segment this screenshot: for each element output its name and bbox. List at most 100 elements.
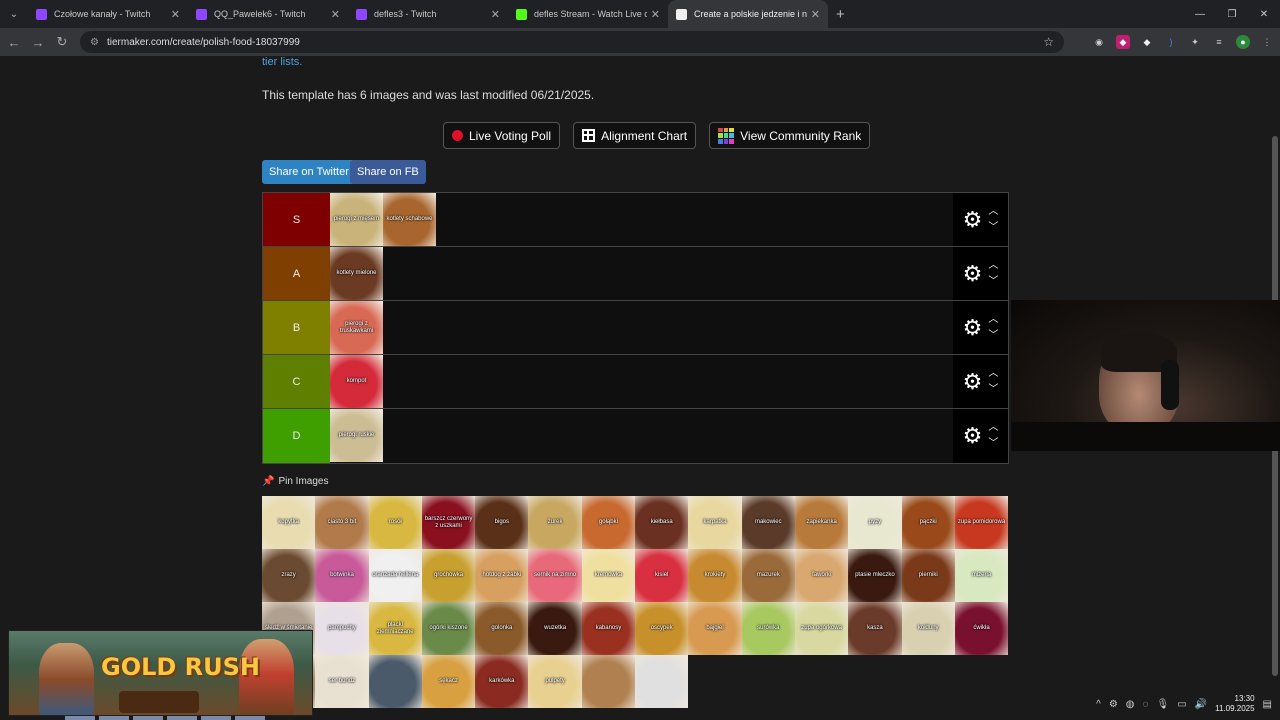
tray-app-icon[interactable]: ⚙ (1109, 699, 1118, 710)
new-tab-button[interactable]: + (836, 6, 845, 23)
gear-icon[interactable]: ⚙ (963, 370, 983, 393)
tier-drop-zone[interactable]: pierogi ruskie (330, 409, 953, 463)
food-tile[interactable]: pączki (901, 496, 955, 549)
food-tile[interactable]: bajgiel (688, 602, 742, 655)
food-tile[interactable]: faworki (794, 549, 849, 602)
forward-icon[interactable]: → (26, 35, 50, 50)
tab-close-icon[interactable]: ✕ (651, 8, 660, 21)
chevron-up-icon[interactable]: ︿ (988, 368, 998, 380)
food-tile[interactable]: pierogi z mięsem (330, 193, 383, 246)
tier-drop-zone[interactable]: pierogi z mięsem kotlety schabowe (330, 193, 953, 246)
food-tile[interactable]: kopytka (262, 496, 316, 549)
food-tile[interactable]: zrazy (262, 549, 316, 602)
food-tile[interactable]: kremówka (581, 549, 636, 602)
food-tile[interactable]: ser bundz (315, 655, 369, 708)
gear-icon[interactable]: ⚙ (963, 425, 983, 447)
food-tile[interactable]: kabanosy (581, 602, 636, 655)
food-tile[interactable]: surówka (741, 602, 795, 655)
live-voting-poll-button[interactable]: Live Voting Poll (443, 122, 561, 149)
food-tile[interactable]: barszcz czerwony z uszkami (421, 496, 476, 549)
food-tile[interactable] (635, 655, 689, 708)
chevron-up-icon[interactable]: ︿ (988, 314, 998, 326)
food-tile[interactable]: pierogi z truskawkami (330, 301, 383, 354)
microphone-icon[interactable]: 🎙 (1156, 699, 1169, 710)
media-control-icon[interactable]: ≡ (1212, 35, 1226, 49)
food-tile[interactable]: ogórki kiszone (421, 602, 476, 655)
tray-app-icon[interactable]: ◌ (1143, 699, 1149, 710)
address-bar[interactable]: ⚙ tiermaker.com/create/polish-food-18037… (80, 31, 1064, 53)
food-tile[interactable]: makowiec (741, 496, 795, 549)
tier-label[interactable]: B (263, 301, 330, 354)
food-tile[interactable]: golonka (475, 602, 529, 655)
food-tile[interactable]: kisiel (635, 549, 689, 602)
taskbar-app[interactable] (235, 716, 265, 720)
food-tile[interactable]: rosół (368, 496, 422, 549)
browser-tab[interactable]: QQ_Pawelek6 - Twitch ✕ (188, 0, 348, 28)
chevron-down-icon[interactable]: ﹀ (988, 438, 998, 450)
taskbar-app[interactable] (65, 716, 95, 720)
food-tile[interactable]: kołduny (901, 602, 955, 655)
chevron-down-icon[interactable]: ﹀ (988, 276, 998, 288)
tier-lists-link[interactable]: tier lists. (262, 56, 302, 68)
taskbar-app[interactable] (167, 716, 197, 720)
food-tile[interactable] (368, 655, 422, 708)
bookmark-star-icon[interactable]: ☆ (1043, 35, 1054, 49)
food-tile[interactable]: ciasto 3 bit (315, 496, 369, 549)
menu-kebab-icon[interactable]: ⋮ (1260, 35, 1274, 49)
browser-tab[interactable]: Czołowe kanały - Twitch ✕ (28, 0, 188, 28)
food-tile[interactable]: gołąbki (581, 496, 636, 549)
tier-label[interactable]: S (263, 193, 330, 246)
pin-images-toggle[interactable]: 📌 Pin Images (262, 476, 328, 487)
chevron-up-icon[interactable]: ^ (1096, 699, 1101, 710)
food-tile[interactable]: botwinka (315, 549, 369, 602)
clock[interactable]: 13:30 11.09.2025 (1215, 694, 1254, 714)
minimize-button[interactable]: — (1184, 0, 1216, 28)
tab-close-icon[interactable]: ✕ (331, 8, 340, 21)
food-tile[interactable]: karkówka (475, 655, 529, 708)
food-tile[interactable]: kompot (330, 355, 383, 408)
food-tile[interactable]: sękacz (421, 655, 476, 708)
tier-drop-zone[interactable]: kotlety mielone (330, 247, 953, 300)
reload-icon[interactable]: ↻ (50, 34, 74, 50)
food-tile[interactable]: ćwikła (954, 602, 1009, 655)
restore-button[interactable]: ❐ (1216, 0, 1248, 28)
notifications-icon[interactable]: ▤ (1263, 699, 1272, 710)
tier-label[interactable]: A (263, 247, 330, 300)
tier-drop-zone[interactable]: pierogi z truskawkami (330, 301, 953, 354)
food-tile[interactable]: placki ziemniaczane (368, 602, 422, 655)
food-tile[interactable]: żurek (528, 496, 582, 549)
food-tile[interactable]: grochówka (421, 549, 476, 602)
chevron-down-icon[interactable]: ﹀ (988, 384, 998, 396)
food-tile[interactable]: zupa ogórkowa (794, 602, 849, 655)
food-tile[interactable]: wuzetka (528, 602, 582, 655)
chevron-up-icon[interactable]: ︿ (988, 422, 998, 434)
taskbar-app[interactable] (99, 716, 129, 720)
close-window-button[interactable]: ✕ (1248, 0, 1280, 28)
food-tile[interactable]: mizeria (954, 549, 1009, 602)
browser-tab[interactable]: defles Stream - Watch Live on K ✕ (508, 0, 668, 28)
share-facebook-button[interactable]: Share on FB (350, 160, 426, 184)
tray-app-icon[interactable]: ◍ (1126, 699, 1135, 710)
food-tile[interactable]: kasza (848, 602, 902, 655)
food-tile[interactable]: ptasie mleczko (848, 549, 902, 602)
tab-close-icon[interactable]: ✕ (811, 8, 820, 21)
food-tile[interactable]: pierniki (901, 549, 955, 602)
gear-icon[interactable]: ⚙ (963, 316, 983, 339)
food-tile[interactable]: pyzy (848, 496, 902, 549)
profile-avatar[interactable]: ● (1236, 35, 1250, 49)
view-community-rank-button[interactable]: View Community Rank (709, 122, 871, 149)
food-tile[interactable]: mazurek (741, 549, 795, 602)
food-tile[interactable]: pulpety (528, 655, 582, 708)
food-tile[interactable]: zupa pomidorowa (954, 496, 1009, 549)
browser-tab[interactable]: defles3 - Twitch ✕ (348, 0, 508, 28)
food-tile[interactable]: kiełbasa (635, 496, 689, 549)
food-tile[interactable]: sernik na zimno (528, 549, 582, 602)
volume-icon[interactable]: 🔊 (1195, 699, 1207, 710)
food-tile[interactable]: zapiekanka (794, 496, 849, 549)
food-tile[interactable]: krokiety (688, 549, 742, 602)
food-tile[interactable]: pampuchy (315, 602, 369, 655)
site-info-icon[interactable]: ⚙ (90, 37, 99, 48)
taskbar-app[interactable] (133, 716, 163, 720)
puzzle-extensions-icon[interactable]: ✦ (1188, 35, 1202, 49)
food-tile[interactable]: hotdog z żabki (475, 549, 529, 602)
